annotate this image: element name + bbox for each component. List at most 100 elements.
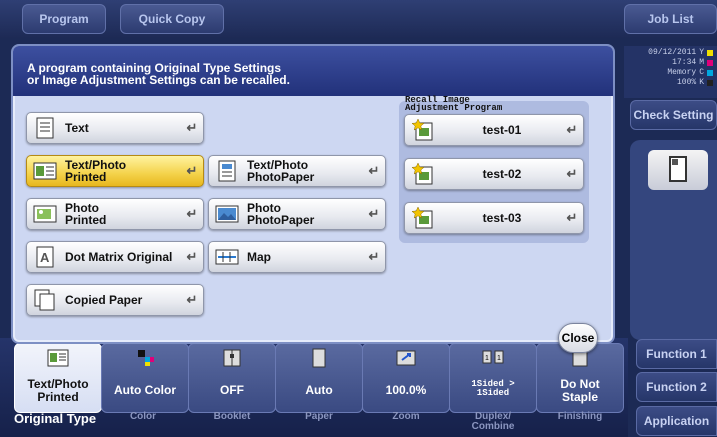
option-photo-paper-line2: PhotoPaper	[247, 213, 315, 227]
text-doc-icon	[36, 117, 54, 139]
finishing-tile[interactable]: Do Not Staple	[536, 343, 624, 413]
option-dot-matrix-label: Dot Matrix Original	[65, 250, 173, 264]
enter-icon: ↵	[566, 210, 578, 225]
original-type-value-2: Printed	[37, 390, 79, 404]
application-button[interactable]: Application	[636, 406, 717, 436]
original-type-category: Original Type	[14, 411, 97, 426]
ink-label-c: C	[699, 68, 704, 77]
panel-message: A program containing Original Type Setti…	[13, 46, 613, 96]
option-text-label: Text	[65, 121, 89, 135]
option-photo-printed-button[interactable]: Photo Printed ↵	[26, 198, 204, 230]
svg-text:1: 1	[497, 355, 501, 362]
original-type-tile[interactable]: Text/Photo Printed	[14, 343, 102, 413]
paper-tile[interactable]: Auto	[275, 343, 363, 413]
enter-icon: ↵	[368, 163, 380, 178]
dot-matrix-icon: A	[36, 246, 54, 268]
text-photo-icon	[47, 349, 69, 367]
ink-bar-k	[707, 80, 713, 86]
booklet-tile[interactable]: OFF	[188, 343, 276, 413]
function1-button[interactable]: Function 1	[636, 339, 717, 369]
text-photo-paper-icon	[218, 160, 236, 182]
enter-icon: ↵	[186, 206, 198, 221]
close-button[interactable]: Close	[558, 323, 598, 353]
message-line-2: or Image Adjustment Settings can be reca…	[27, 73, 290, 87]
recall-title: Recall Image Adjustment Program	[405, 96, 503, 113]
color-category: Color	[129, 411, 157, 422]
function2-label: Function 2	[646, 380, 707, 394]
duplex-combine-tile[interactable]: 11 1Sided >1Sided	[449, 343, 537, 413]
program-tab[interactable]: Program	[22, 4, 106, 34]
duplex-category-2: Combine	[471, 421, 515, 432]
finishing-value-2: Staple	[561, 390, 598, 404]
ink-label-m: M	[699, 58, 704, 67]
quick-copy-tab-label: Quick Copy	[138, 12, 206, 26]
option-map-label: Map	[247, 250, 271, 264]
ink-label-y: Y	[699, 48, 704, 57]
color-tile[interactable]: Auto Color	[101, 343, 189, 413]
option-photo-paper-button[interactable]: Photo PhotoPaper ↵	[208, 198, 386, 230]
option-map-button[interactable]: Map ↵	[208, 241, 386, 273]
program-tab-label: Program	[39, 12, 89, 26]
option-text-photo-printed-button[interactable]: Text/Photo Printed ↵	[26, 155, 204, 187]
ink-bar-m	[707, 60, 713, 66]
enter-icon: ↵	[566, 166, 578, 181]
top-bar	[0, 0, 717, 38]
option-text-photo-paper-button[interactable]: Text/Photo PhotoPaper ↵	[208, 155, 386, 187]
job-list-tab-label: Job List	[647, 12, 694, 26]
ink-label-k: K	[699, 78, 704, 87]
enter-icon: ↵	[566, 122, 578, 137]
enter-icon: ↵	[186, 120, 198, 135]
program-test-02-button[interactable]: test-02 ↵	[404, 158, 584, 190]
option-copied-paper-button[interactable]: Copied Paper ↵	[26, 284, 204, 316]
page-preview-icon	[669, 156, 687, 182]
duplex-category: Duplex/Combine	[449, 412, 537, 432]
ink-bar-c	[707, 70, 713, 76]
job-list-tab[interactable]: Job List	[624, 4, 717, 34]
option-photo-printed-line2: Printed	[65, 213, 107, 227]
option-text-button[interactable]: Text ↵	[26, 112, 204, 144]
check-setting-label: Check Setting	[633, 108, 714, 122]
program-star-icon	[412, 163, 433, 185]
paper-category: Paper	[305, 411, 333, 422]
check-setting-button[interactable]: Check Setting	[630, 100, 717, 130]
booklet-category: Booklet	[213, 411, 251, 422]
preview-thumbnail[interactable]	[648, 150, 708, 190]
program-test-02-label: test-02	[482, 167, 522, 181]
svg-text:1: 1	[485, 355, 489, 362]
program-test-03-label: test-03	[482, 211, 522, 225]
status-panel: 09/12/2011 Y 17:34 M Memory C 100% K	[624, 46, 717, 98]
zoom-tile[interactable]: 100.0%	[362, 343, 450, 413]
status-time: 17:34	[672, 58, 697, 67]
function2-button[interactable]: Function 2	[636, 372, 717, 402]
option-dot-matrix-button[interactable]: A Dot Matrix Original ↵	[26, 241, 204, 273]
program-test-01-button[interactable]: test-01 ↵	[404, 114, 584, 146]
text-photo-icon	[33, 162, 57, 180]
program-star-icon	[412, 207, 433, 229]
recall-title-line2: Adjustment Program	[405, 103, 503, 113]
zoom-value: 100.0%	[385, 383, 427, 397]
paper-value: Auto	[305, 383, 333, 397]
duplex-value-2: 1Sided	[476, 388, 510, 398]
booklet-value: OFF	[220, 383, 244, 397]
photo-printed-icon	[33, 205, 57, 223]
memory-label: Memory	[667, 68, 697, 77]
program-test-03-button[interactable]: test-03 ↵	[404, 202, 584, 234]
enter-icon: ↵	[186, 292, 198, 307]
color-value: Auto Color	[114, 383, 176, 397]
zoom-category: Zoom	[392, 411, 420, 422]
enter-icon: ↵	[186, 249, 198, 264]
paper-icon	[312, 348, 326, 368]
program-star-icon	[412, 119, 433, 141]
quick-copy-tab[interactable]: Quick Copy	[120, 4, 224, 34]
finishing-category: Finishing	[557, 411, 603, 422]
ink-bar-y	[707, 50, 713, 56]
function1-label: Function 1	[646, 347, 707, 361]
enter-icon: ↵	[368, 249, 380, 264]
memory-value: 100%	[676, 78, 697, 87]
option-text-photo-paper-line2: PhotoPaper	[247, 170, 315, 184]
map-icon	[215, 249, 239, 265]
copied-paper-icon	[34, 289, 55, 311]
option-copied-paper-label: Copied Paper	[65, 293, 143, 307]
booklet-icon	[223, 349, 241, 367]
enter-icon: ↵	[368, 206, 380, 221]
